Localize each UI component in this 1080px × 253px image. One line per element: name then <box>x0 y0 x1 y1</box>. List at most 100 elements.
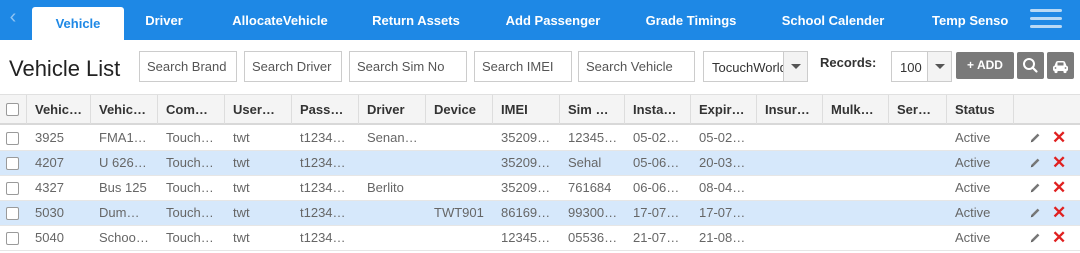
pencil-icon[interactable] <box>1028 231 1042 245</box>
header-actions <box>1014 95 1080 124</box>
records-select[interactable]: 100 <box>891 51 952 82</box>
cell-username: twt <box>233 230 250 245</box>
cell-imei: 35209… <box>501 155 551 170</box>
cell-password: t1234… <box>300 205 346 220</box>
header-mulkiya[interactable]: Mulk… <box>823 95 889 124</box>
cell-vehicle-name: Bus 125 <box>99 180 147 195</box>
table-row[interactable]: 5030 Dum… Touch… twt t1234… TWT901 86169… 99300… <box>0 201 1080 226</box>
pencil-icon[interactable] <box>1028 206 1042 220</box>
delete-icon[interactable]: ✕ <box>1052 129 1066 146</box>
cell-mulkiya <box>823 151 889 175</box>
pencil-icon[interactable] <box>1028 156 1042 170</box>
cell-service <box>889 176 947 200</box>
cell-status: Active <box>955 155 991 170</box>
cell-driver <box>359 151 426 175</box>
search-driver-input[interactable] <box>244 51 342 82</box>
cell-password: t1234… <box>300 130 346 145</box>
cell-service <box>889 226 947 250</box>
tab-add-passenger[interactable]: Add Passenger <box>496 7 610 40</box>
cell-vehicle-name: U 626… <box>99 155 147 170</box>
header-install-date[interactable]: Insta… <box>625 95 691 124</box>
car-icon <box>1053 61 1068 74</box>
vehicle-view-button[interactable] <box>1047 52 1074 79</box>
cell-driver: Berlito <box>367 180 404 195</box>
company-select-toggle[interactable] <box>783 52 807 81</box>
tab-temp-sensor[interactable]: Temp Sensor <box>922 7 1008 40</box>
cell-vehicle-name: Schoo… <box>99 230 149 245</box>
search-button[interactable] <box>1017 52 1044 79</box>
search-sim-input[interactable] <box>349 51 467 82</box>
header-company[interactable]: Com… <box>158 95 225 124</box>
cell-mulkiya <box>823 201 889 225</box>
tab-return-assets[interactable]: Return Assets <box>360 7 472 40</box>
table-row[interactable]: 3925 FMA1… Touch… twt t1234… Senan… 35209… 1234… <box>0 126 1080 151</box>
search-brand-input[interactable] <box>139 51 237 82</box>
header-password[interactable]: Pass… <box>292 95 359 124</box>
cell-username: twt <box>233 130 250 145</box>
company-select[interactable]: TocuchWorld <box>703 51 808 82</box>
tab-allocate-vehicle[interactable]: AllocateVehicle <box>220 7 340 40</box>
header-expiry-date[interactable]: Expir… <box>691 95 757 124</box>
table-row[interactable]: 4207 U 626… Touch… twt t1234… 35209… Sehal 05-0… <box>0 151 1080 176</box>
cell-expiry-date: 05-02… <box>699 130 746 145</box>
cell-driver <box>359 226 426 250</box>
table-row[interactable]: 4327 Bus 125 Touch… twt t1234… Berlito 35209… 7… <box>0 176 1080 201</box>
row-checkbox[interactable] <box>6 132 19 145</box>
cell-insurance <box>757 176 823 200</box>
cell-expiry-date: 08-04… <box>699 180 746 195</box>
delete-icon[interactable]: ✕ <box>1052 204 1066 221</box>
cell-mulkiya <box>823 126 889 150</box>
pencil-icon[interactable] <box>1028 181 1042 195</box>
header-sim[interactable]: Sim … <box>560 95 625 124</box>
header-service[interactable]: Ser… <box>889 95 947 124</box>
header-status[interactable]: Status <box>947 95 1014 124</box>
records-select-toggle[interactable] <box>927 52 951 81</box>
cell-vehicle-id: 4207 <box>35 155 64 170</box>
chevron-down-icon <box>791 64 801 69</box>
cell-imei: 35209… <box>501 180 551 195</box>
tab-school-calender[interactable]: School Calender <box>770 7 896 40</box>
page-title: Vehicle List <box>9 56 121 81</box>
table-header: Vehic… Vehic… Com… User… Pass… Driver De… <box>0 94 1080 125</box>
cell-driver <box>359 201 426 225</box>
pencil-icon[interactable] <box>1028 131 1042 145</box>
cell-sim: 761684 <box>568 180 612 195</box>
header-device[interactable]: Device <box>426 95 493 124</box>
row-checkbox[interactable] <box>6 157 19 170</box>
tab-grade-timings[interactable]: Grade Timings <box>634 7 748 40</box>
cell-sim: 05536… <box>568 230 618 245</box>
cell-vehicle-name: FMA1… <box>99 130 147 145</box>
cell-driver: Senan… <box>367 130 418 145</box>
table-row[interactable]: 5040 Schoo… Touch… twt t1234… 12345… 05536… 21-… <box>0 226 1080 251</box>
search-imei-input[interactable] <box>474 51 572 82</box>
hamburger-menu-icon[interactable] <box>1030 9 1062 31</box>
delete-icon[interactable]: ✕ <box>1052 229 1066 246</box>
delete-icon[interactable]: ✕ <box>1052 179 1066 196</box>
company-select-value: TocuchWorld <box>712 60 784 75</box>
chevron-left-icon[interactable]: ‹ <box>5 6 21 30</box>
header-vehicle-id[interactable]: Vehic… <box>27 95 91 124</box>
row-checkbox[interactable] <box>6 182 19 195</box>
cell-company: Touch… <box>166 130 214 145</box>
cell-status: Active <box>955 205 991 220</box>
delete-icon[interactable]: ✕ <box>1052 154 1066 171</box>
add-vehicle-button[interactable]: + ADD <box>956 52 1014 79</box>
header-username[interactable]: User… <box>225 95 292 124</box>
search-vehicle-input[interactable] <box>578 51 695 82</box>
cell-install-date: 05-02… <box>633 130 680 145</box>
cell-sim: Sehal <box>568 155 602 170</box>
row-checkbox[interactable] <box>6 207 19 220</box>
select-all-checkbox[interactable] <box>6 103 19 116</box>
cell-expiry-date: 21-08… <box>699 230 746 245</box>
row-checkbox[interactable] <box>6 232 19 245</box>
tab-vehicle[interactable]: Vehicle <box>32 7 124 40</box>
cell-vehicle-id: 5030 <box>35 205 64 220</box>
cell-imei: 12345… <box>501 230 551 245</box>
header-vehicle-name[interactable]: Vehic… <box>91 95 158 124</box>
cell-password: t1234… <box>300 180 346 195</box>
header-driver[interactable]: Driver <box>359 95 426 124</box>
header-select-all[interactable] <box>0 95 27 124</box>
tab-driver[interactable]: Driver <box>133 7 195 40</box>
header-imei[interactable]: IMEI <box>493 95 560 124</box>
header-insurance[interactable]: Insur… <box>757 95 823 124</box>
